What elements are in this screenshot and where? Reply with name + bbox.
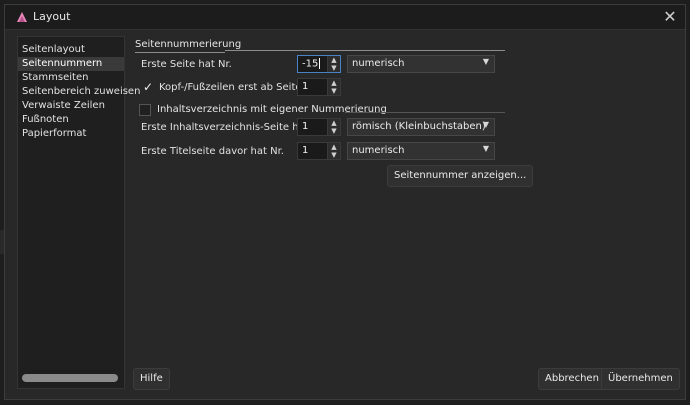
chevron-down-icon[interactable]: ▼ — [328, 64, 340, 72]
divider — [135, 52, 225, 53]
header-footer-label: Kopf-/Fußzeilen erst ab Seite — [159, 82, 302, 93]
sidebar-item[interactable]: Stammseiten — [18, 71, 124, 85]
chevron-down-icon: ▼ — [482, 120, 489, 129]
sidebar-item[interactable]: Verwaiste Zeilen — [18, 99, 124, 113]
chevron-up-icon[interactable]: ▲ — [328, 119, 340, 127]
toc-numbering-heading: Inhaltsverzeichnis mit eigener Nummerier… — [157, 104, 387, 115]
first-page-format-select[interactable]: numerisch ▼ — [347, 55, 495, 73]
stepper-arrows[interactable]: ▲ ▼ — [327, 143, 340, 159]
layout-dialog: Layout ✕ Seitenlayout Seitennummern Stamms… — [4, 4, 686, 400]
chevron-down-icon: ▼ — [482, 144, 489, 153]
chevron-up-icon[interactable]: ▲ — [328, 143, 340, 151]
show-page-number-button[interactable]: Seitennummer anzeigen... — [387, 165, 534, 187]
sidebar: Seitenlayout Seitennummern Stammseiten Seit… — [17, 36, 140, 389]
apply-button[interactable]: Übernehmen — [601, 368, 680, 390]
first-page-number-stepper[interactable]: -15 ▲ ▼ — [297, 55, 341, 73]
title-page-format-select[interactable]: numerisch ▼ — [347, 142, 495, 160]
sidebar-item[interactable]: Papierformat — [18, 127, 124, 141]
divider — [225, 50, 505, 51]
sidebar-item[interactable]: Fußnoten — [18, 113, 124, 127]
header-footer-checkbox[interactable]: ✓ — [143, 80, 153, 94]
header-footer-start-stepper[interactable]: 1 ▲ ▼ — [297, 78, 341, 96]
first-toc-page-stepper[interactable]: 1 ▲ ▼ — [297, 118, 341, 136]
first-toc-format-select[interactable]: römisch (Kleinbuchstaben) ▼ — [347, 118, 495, 136]
title-page-label: Erste Titelseite davor hat Nr. — [141, 146, 284, 157]
chevron-up-icon[interactable]: ▲ — [328, 56, 340, 64]
stepper-arrows[interactable]: ▲ ▼ — [327, 119, 340, 135]
window-title: Layout — [33, 10, 71, 23]
stepper-arrows[interactable]: ▲ ▼ — [327, 79, 340, 95]
title-bar: Layout ✕ — [5, 5, 685, 30]
chevron-down-icon[interactable]: ▼ — [328, 127, 340, 135]
chevron-down-icon: ▼ — [482, 57, 489, 66]
cancel-button[interactable]: Abbrechen — [538, 368, 606, 390]
title-page-stepper[interactable]: 1 ▲ ▼ — [297, 142, 341, 160]
sidebar-item[interactable]: Seitenlayout — [18, 43, 124, 57]
app-logo-icon — [17, 12, 27, 22]
chevron-down-icon[interactable]: ▼ — [328, 87, 340, 95]
sidebar-item[interactable]: Seitenbereich zuweisen — [18, 85, 140, 99]
stepper-arrows[interactable]: ▲ ▼ — [327, 56, 340, 72]
first-page-number-value: -15 — [302, 58, 321, 70]
close-icon[interactable]: ✕ — [661, 8, 679, 26]
divider — [345, 112, 505, 113]
sidebar-scrollbar[interactable] — [22, 374, 118, 382]
help-button[interactable]: Hilfe — [133, 368, 170, 390]
section-heading-numbering: Seitennummerierung — [135, 39, 242, 50]
first-page-label: Erste Seite hat Nr. — [141, 59, 232, 70]
chevron-down-icon[interactable]: ▼ — [328, 151, 340, 159]
page-numbering-panel: Seitennummerierung Erste Seite hat Nr. -… — [129, 36, 681, 366]
toc-numbering-checkbox[interactable] — [139, 104, 151, 116]
chevron-up-icon[interactable]: ▲ — [328, 79, 340, 87]
sidebar-item[interactable]: Seitennummern — [18, 57, 124, 71]
